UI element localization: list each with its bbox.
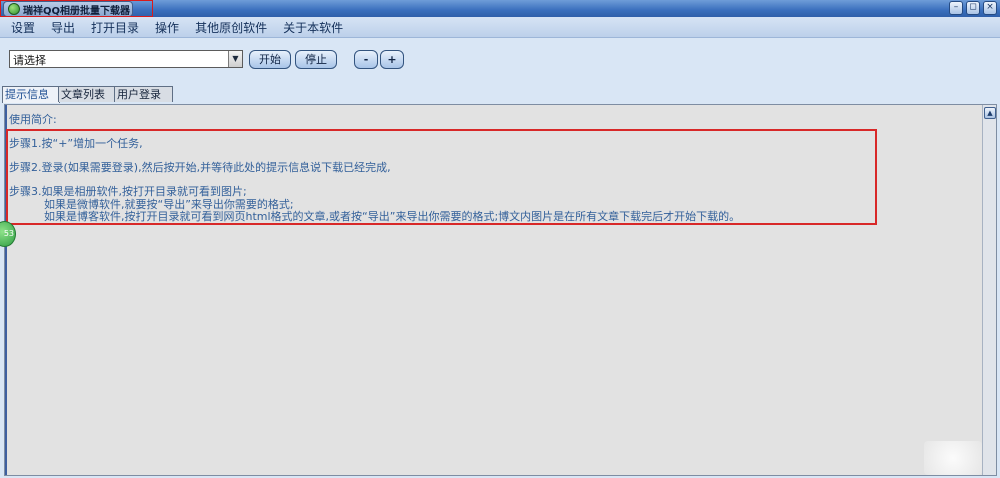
window-controls: – ◻ ×	[949, 1, 997, 15]
usage-heading: 使用简介:	[9, 113, 57, 126]
title-bar: 瑞祥QQ相册批量下载器 – ◻ ×	[0, 0, 1000, 18]
app-icon	[8, 3, 20, 15]
close-icon[interactable]: ×	[983, 1, 997, 15]
menu-settings[interactable]: 设置	[0, 19, 43, 36]
task-select[interactable]: 请选择 ▼	[9, 50, 243, 68]
window-title-pill[interactable]: 瑞祥QQ相册批量下载器	[3, 1, 133, 17]
chevron-down-icon[interactable]: ▼	[228, 51, 242, 67]
minimize-icon[interactable]: –	[949, 1, 963, 15]
add-task-button[interactable]: +	[380, 50, 404, 69]
menu-export[interactable]: 导出	[43, 19, 83, 36]
vertical-scrollbar[interactable]: ▲	[982, 105, 996, 475]
window-title: 瑞祥QQ相册批量下载器	[23, 5, 131, 17]
step-3-blog: 如果是博客软件,按打开目录就可看到网页html格式的文章,或者按“导出”来导出你…	[44, 210, 741, 223]
tab-article-list[interactable]: 文章列表	[58, 86, 116, 102]
menu-bar: 设置 导出 打开目录 操作 其他原创软件 关于本软件	[0, 17, 1000, 38]
menu-operation[interactable]: 操作	[147, 19, 187, 36]
menu-about[interactable]: 关于本软件	[275, 19, 351, 36]
step-2: 步骤2.登录(如果需要登录),然后按开始,并等待此处的提示信息说下载已经完成,	[9, 161, 391, 174]
stop-button[interactable]: 停止	[295, 50, 337, 69]
remove-task-button[interactable]: -	[354, 50, 378, 69]
step-1: 步骤1.按“+”增加一个任务,	[9, 137, 143, 150]
watermark-glow	[924, 441, 982, 475]
toolbar: 请选择 ▼ 开始 停止 - +	[0, 38, 1000, 84]
scroll-up-icon[interactable]: ▲	[984, 107, 996, 119]
info-panel: 使用简介: 步骤1.按“+”增加一个任务, 步骤2.登录(如果需要登录),然后按…	[4, 104, 997, 476]
tab-hint-info[interactable]: 提示信息	[2, 86, 60, 103]
restore-icon[interactable]: ◻	[966, 1, 980, 15]
info-text-area[interactable]: 使用简介: 步骤1.按“+”增加一个任务, 步骤2.登录(如果需要登录),然后按…	[7, 107, 982, 475]
menu-other-software[interactable]: 其他原创软件	[187, 19, 275, 36]
menu-open-directory[interactable]: 打开目录	[83, 19, 147, 36]
tab-user-login[interactable]: 用户登录	[114, 86, 173, 102]
badge-count: 53	[3, 229, 14, 238]
start-button[interactable]: 开始	[249, 50, 291, 69]
task-select-value: 请选择	[13, 54, 46, 67]
tab-strip: 提示信息 文章列表 用户登录	[0, 86, 1000, 103]
